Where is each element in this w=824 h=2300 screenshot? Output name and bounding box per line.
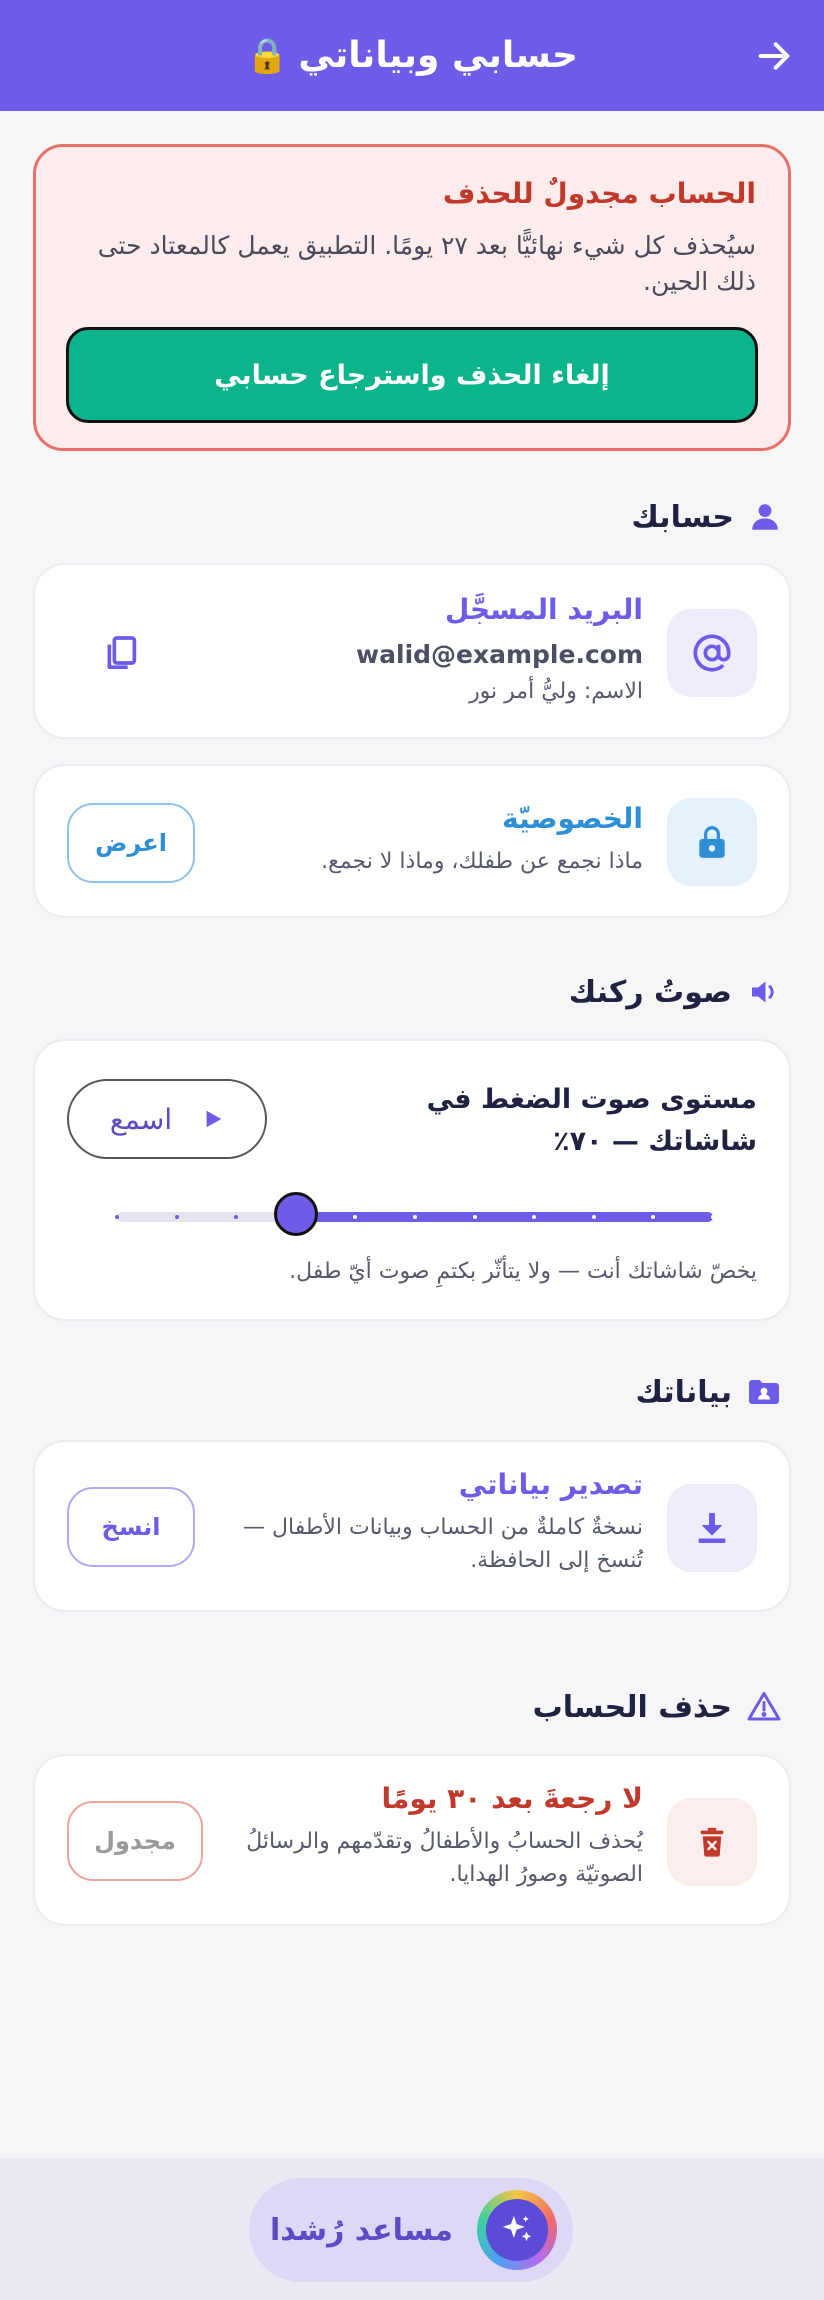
volume-slider-tick — [472, 1215, 477, 1219]
back-button[interactable] — [746, 28, 802, 84]
assistant-button[interactable]: مساعد رُشدا — [249, 2178, 573, 2282]
data-section-header: بياناتك — [635, 1372, 782, 1412]
delete-section-header: حذف الحساب — [533, 1687, 782, 1727]
voice-section-header: صوتُ ركنك — [569, 972, 782, 1012]
play-icon — [206, 1110, 222, 1128]
delete-icon-tile — [667, 1798, 757, 1886]
volume-slider-tick — [234, 1215, 239, 1219]
data-section-title: بياناتك — [635, 1374, 732, 1410]
page-title-text: حسابي وبياناتي — [298, 35, 578, 76]
export-card: تصدير بياناتي نسخةٌ كاملةٌ من الحساب وبي… — [33, 1440, 791, 1612]
delete-card-subtitle: يُحذف الحسابُ والأطفالُ وتقدّمهم والرسائ… — [246, 1829, 643, 1887]
email-card-text: البريد المسجَّل walid@example.com الاسم:… — [356, 593, 643, 708]
export-icon-tile — [667, 1484, 757, 1572]
export-card-subtitle: نسخةٌ كاملةٌ من الحساب وبيانات الأطفال —… — [243, 1515, 643, 1573]
copy-export-button[interactable]: انسخ — [67, 1487, 195, 1567]
voice-level-title: مستوى صوت الضغط في شاشاتك — ٧٠٪ — [426, 1084, 757, 1157]
account-name: الاسم: وليُّ أمر نور — [469, 679, 643, 704]
privacy-icon-tile — [667, 798, 757, 886]
sparkles-icon — [502, 2215, 532, 2242]
user-icon — [752, 504, 778, 530]
volume-slider-tick — [174, 1215, 179, 1219]
account-section-title: حسابك — [631, 499, 734, 535]
app-header: حسابي وبياناتي 🔒 — [0, 0, 824, 111]
volume-slider-tick — [115, 1215, 119, 1219]
email-icon-tile — [667, 609, 757, 697]
deletion-warning-card: الحساب مجدولٌ للحذف سيُحذف كل شيء نهائيً… — [33, 144, 791, 451]
privacy-card: الخصوصيّة ماذا نجمع عن طفلك، وماذا لا نج… — [33, 764, 791, 918]
voice-section-title: صوتُ ركنك — [568, 974, 732, 1010]
lock-icon — [699, 826, 725, 858]
view-privacy-button[interactable]: اعرض — [67, 803, 195, 883]
delete-card-title: لا رجعةَ بعد ٣٠ يومًا — [381, 1782, 643, 1815]
copy-icon — [107, 636, 137, 669]
deletion-warning-title: الحساب مجدولٌ للحذف — [442, 177, 756, 210]
volume-slider[interactable] — [115, 1192, 715, 1236]
trash-x-icon — [700, 1827, 724, 1857]
delete-section-title: حذف الحساب — [532, 1689, 732, 1725]
deletion-warning-text: سيُحذف كل شيء نهائيًّا بعد ٢٧ يومًا. الت… — [97, 231, 756, 296]
at-sign-icon — [693, 634, 731, 672]
warning-triangle-icon — [747, 1692, 781, 1721]
listen-button-label: اسمع — [109, 1102, 173, 1136]
voice-card: مستوى صوت الضغط في شاشاتك — ٧٠٪ اسمع يخص… — [33, 1039, 791, 1321]
deletion-scheduled-button[interactable]: مجدول — [67, 1801, 203, 1881]
delete-card-text: لا رجعةَ بعد ٣٠ يومًا يُحذف الحسابُ والأ… — [223, 1782, 643, 1891]
speaker-icon — [752, 981, 774, 1003]
cancel-deletion-button[interactable]: إلغاء الحذف واسترجاع حسابي — [66, 327, 758, 423]
privacy-card-subtitle: ماذا نجمع عن طفلك، وماذا لا نجمع. — [321, 849, 643, 874]
volume-slider-thumb[interactable] — [273, 1192, 318, 1236]
voice-note: يخصّ شاشاتك أنت — ولا يتأثّر بكتمِ صوت أ… — [289, 1259, 757, 1284]
lock-emoji-icon: 🔒 — [246, 35, 289, 76]
page-title: حسابي وبياناتي 🔒 — [246, 35, 578, 76]
volume-slider-tick — [591, 1215, 596, 1219]
listen-button[interactable]: اسمع — [67, 1079, 267, 1159]
volume-slider-tick — [711, 1215, 715, 1219]
delete-card: لا رجعةَ بعد ٣٠ يومًا يُحذف الحسابُ والأ… — [33, 1754, 791, 1926]
assistant-orb — [477, 2190, 557, 2270]
privacy-card-text: الخصوصيّة ماذا نجمع عن طفلك، وماذا لا نج… — [321, 802, 643, 878]
download-icon — [698, 1513, 726, 1543]
folder-user-icon — [749, 1380, 779, 1404]
account-section-header: حسابك — [631, 497, 782, 537]
privacy-card-title: الخصوصيّة — [502, 802, 643, 835]
export-card-title: تصدير بياناتي — [458, 1468, 643, 1501]
email-card-title: البريد المسجَّل — [445, 593, 643, 626]
email-value: walid@example.com — [356, 640, 643, 669]
copy-email-button[interactable] — [93, 625, 149, 681]
volume-slider-tick — [413, 1215, 417, 1219]
email-card: البريد المسجَّل walid@example.com الاسم:… — [33, 563, 791, 739]
export-card-text: تصدير بياناتي نسخةٌ كاملةٌ من الحساب وبي… — [223, 1468, 643, 1577]
assistant-label: مساعد رُشدا — [269, 2212, 453, 2248]
arrow-right-icon — [758, 42, 790, 70]
